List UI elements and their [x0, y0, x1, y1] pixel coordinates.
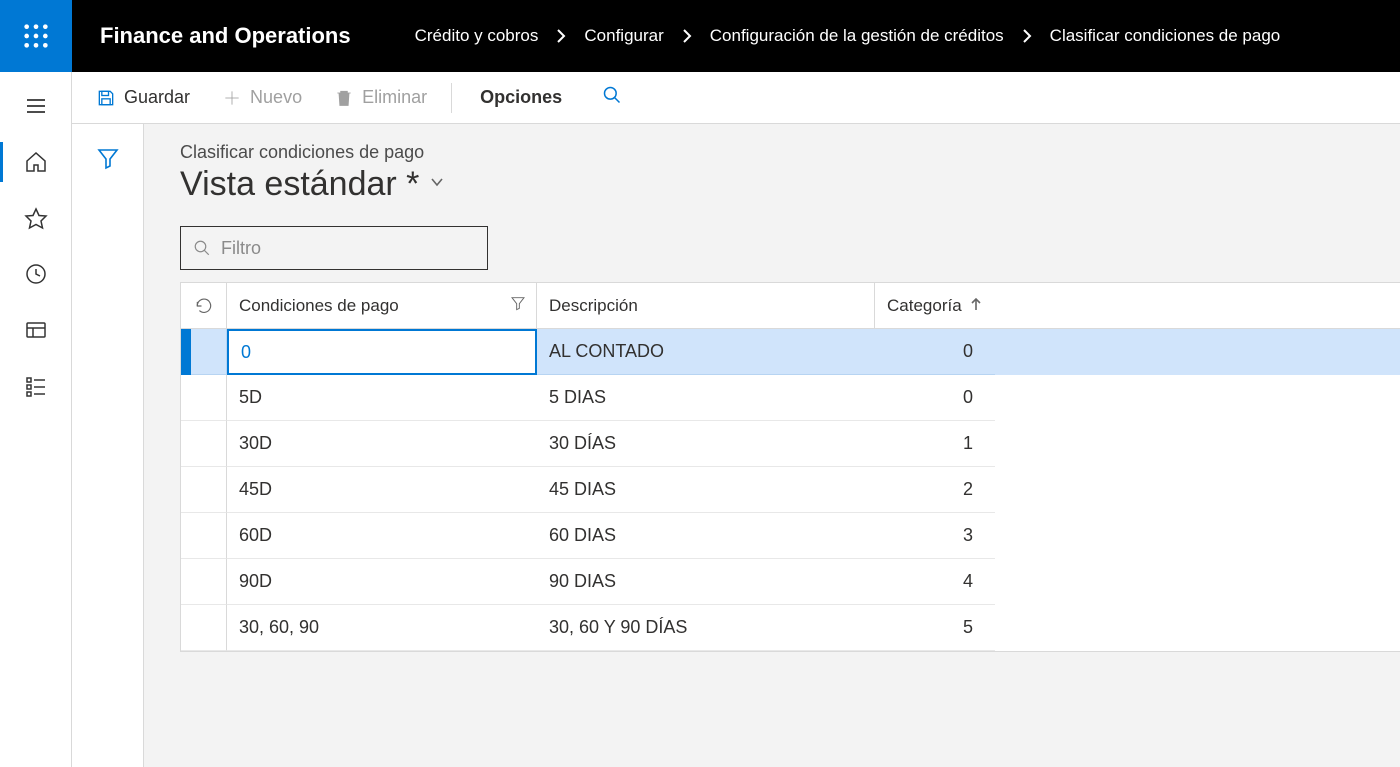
cell-desc[interactable]: 45 DIAS [537, 467, 875, 513]
nav-home[interactable] [0, 134, 72, 190]
cell-cat[interactable]: 0 [875, 329, 995, 375]
nav-favorites[interactable] [0, 190, 72, 246]
plus-icon [222, 88, 242, 108]
cell-cond[interactable]: 45D [227, 467, 537, 513]
quick-filter[interactable] [180, 226, 488, 270]
waffle-icon [22, 22, 50, 50]
workspace-icon [24, 318, 48, 342]
row-selector[interactable] [181, 467, 227, 513]
options-button[interactable]: Opciones [462, 81, 580, 114]
breadcrumb-item[interactable]: Crédito y cobros [411, 26, 543, 46]
search-icon [193, 239, 211, 257]
table-row[interactable]: 90D90 DIAS4 [181, 559, 1400, 605]
table-row[interactable]: 30D30 DÍAS1 [181, 421, 1400, 467]
cell-cat[interactable]: 3 [875, 513, 995, 559]
hamburger-button[interactable] [0, 78, 72, 134]
breadcrumb-item[interactable]: Configuración de la gestión de créditos [706, 26, 1008, 46]
cell-cond[interactable]: 60D [227, 513, 537, 559]
cell-cat[interactable]: 2 [875, 467, 995, 513]
col-header-desc[interactable]: Descripción [537, 283, 875, 328]
table-row[interactable]: 0AL CONTADO0 [181, 329, 1400, 375]
row-selector[interactable] [181, 513, 227, 559]
action-bar: Guardar Nuevo Eliminar Opciones [72, 72, 1400, 124]
table-row[interactable]: 45D45 DIAS2 [181, 467, 1400, 513]
cell-cond[interactable]: 90D [227, 559, 537, 605]
sort-asc-icon [970, 296, 982, 316]
star-icon [24, 206, 48, 230]
clock-icon [24, 262, 48, 286]
row-selector[interactable] [181, 605, 227, 651]
col-label: Categoría [887, 296, 962, 316]
new-button[interactable]: Nuevo [208, 81, 316, 114]
row-selector[interactable] [181, 375, 227, 421]
cell-desc[interactable]: 5 DIAS [537, 375, 875, 421]
delete-label: Eliminar [362, 87, 427, 108]
row-selector[interactable] [181, 329, 191, 375]
page-title[interactable]: Vista estándar * [180, 165, 419, 204]
save-label: Guardar [124, 87, 190, 108]
chevron-right-icon [542, 28, 580, 44]
save-icon [96, 88, 116, 108]
table-row[interactable]: 60D60 DIAS3 [181, 513, 1400, 559]
page-subtitle: Clasificar condiciones de pago [180, 142, 1400, 163]
chevron-right-icon [1008, 28, 1046, 44]
grid-header: Condiciones de pago Descripción Categorí… [181, 283, 1400, 329]
table-row[interactable]: 30, 60, 9030, 60 Y 90 DÍAS5 [181, 605, 1400, 651]
cell-desc[interactable]: 60 DIAS [537, 513, 875, 559]
app-title: Finance and Operations [72, 23, 411, 49]
refresh-icon [194, 296, 214, 316]
cell-cat[interactable]: 0 [875, 375, 995, 421]
home-icon [24, 150, 48, 174]
quick-filter-input[interactable] [221, 238, 475, 259]
filter-icon [96, 146, 120, 170]
nav-recent[interactable] [0, 246, 72, 302]
cell-cond[interactable]: 30D [227, 421, 537, 467]
top-header: Finance and Operations Crédito y cobros … [72, 0, 1400, 72]
search-button[interactable] [584, 79, 640, 116]
cell-cond[interactable]: 0 [227, 329, 537, 375]
row-pad [191, 329, 227, 375]
filter-pane-toggle[interactable] [72, 124, 144, 767]
view-dropdown[interactable] [429, 174, 445, 195]
col-label: Descripción [549, 296, 638, 316]
cell-desc[interactable]: 90 DIAS [537, 559, 875, 605]
cell-cat[interactable]: 1 [875, 421, 995, 467]
search-icon [602, 85, 622, 105]
hamburger-icon [24, 94, 48, 118]
separator [451, 83, 452, 113]
save-button[interactable]: Guardar [82, 81, 204, 114]
chevron-right-icon [668, 28, 706, 44]
breadcrumb-item[interactable]: Clasificar condiciones de pago [1046, 26, 1285, 46]
data-grid: Condiciones de pago Descripción Categorí… [180, 282, 1400, 652]
cell-cond[interactable]: 30, 60, 90 [227, 605, 537, 651]
cell-desc[interactable]: 30, 60 Y 90 DÍAS [537, 605, 875, 651]
cell-cat[interactable]: 5 [875, 605, 995, 651]
cell-desc[interactable]: 30 DÍAS [537, 421, 875, 467]
cell-cat[interactable]: 4 [875, 559, 995, 605]
cell-desc[interactable]: AL CONTADO [537, 329, 875, 375]
chevron-down-icon [429, 174, 445, 190]
breadcrumb: Crédito y cobros Configurar Configuració… [411, 26, 1285, 46]
modules-icon [24, 374, 48, 398]
cell-cond[interactable]: 5D [227, 375, 537, 421]
grid-refresh[interactable] [181, 283, 227, 328]
col-label: Condiciones de pago [239, 296, 399, 316]
delete-button[interactable]: Eliminar [320, 81, 441, 114]
column-filter-icon[interactable] [510, 295, 526, 316]
row-selector[interactable] [181, 559, 227, 605]
table-row[interactable]: 5D5 DIAS0 [181, 375, 1400, 421]
nav-modules[interactable] [0, 358, 72, 414]
app-launcher[interactable] [0, 0, 72, 72]
breadcrumb-item[interactable]: Configurar [580, 26, 667, 46]
nav-rail [0, 72, 72, 767]
row-selector[interactable] [181, 421, 227, 467]
col-header-cat[interactable]: Categoría [875, 283, 995, 328]
trash-icon [334, 88, 354, 108]
nav-workspaces[interactable] [0, 302, 72, 358]
col-header-cond[interactable]: Condiciones de pago [227, 283, 537, 328]
new-label: Nuevo [250, 87, 302, 108]
